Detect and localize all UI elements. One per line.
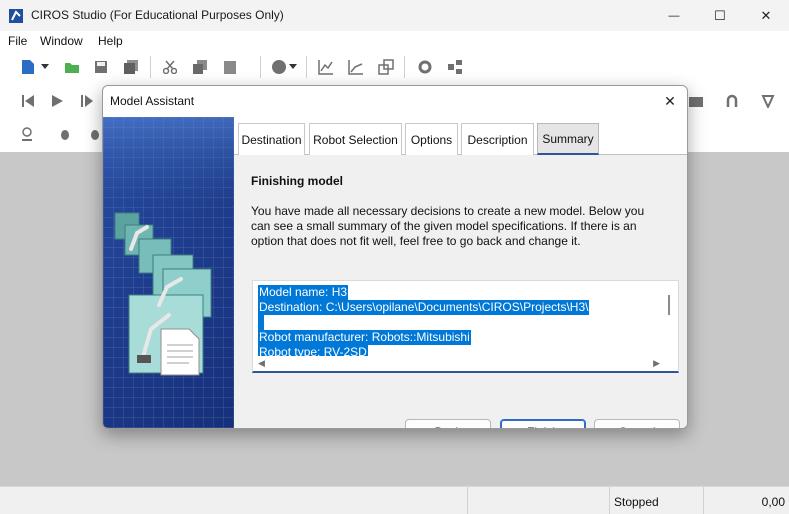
status-value: 0,00 xyxy=(761,495,785,509)
gear-icon[interactable] xyxy=(759,92,777,110)
menu-help[interactable]: Help xyxy=(98,34,123,48)
horizontal-scrollbar[interactable]: ◀ ▶ xyxy=(253,356,663,371)
skip-back-icon[interactable] xyxy=(19,92,37,110)
dialog-title: Model Assistant xyxy=(110,94,195,108)
camera-icon[interactable] xyxy=(687,92,705,110)
back-button[interactable]: Back xyxy=(405,419,491,428)
finish-button[interactable]: Finish xyxy=(500,419,586,428)
summary-description: You have made all necessary decisions to… xyxy=(251,204,645,248)
close-icon: ✕ xyxy=(664,92,676,109)
ciros-app-icon xyxy=(8,8,24,24)
cut-icon[interactable] xyxy=(161,58,179,76)
wizard-tab-bar: Destination Robot Selection Options Desc… xyxy=(234,117,687,155)
dialog-content: Destination Robot Selection Options Desc… xyxy=(234,117,687,428)
status-cell-state: Stopped xyxy=(609,487,703,514)
section-heading: Finishing model xyxy=(251,174,343,188)
open-folder-icon[interactable] xyxy=(63,58,81,76)
status-cell-value: 0,00 xyxy=(703,487,789,514)
summary-line-destination: Destination: C:\Users\opilane\Documents\… xyxy=(258,300,590,315)
tab-robot-selection[interactable]: Robot Selection xyxy=(309,123,402,155)
close-window-button[interactable]: ✕ xyxy=(743,0,789,31)
copy-icon[interactable] xyxy=(191,58,209,76)
wizard-banner-image xyxy=(103,117,234,428)
bug-icon[interactable] xyxy=(56,125,74,143)
network-icon[interactable] xyxy=(446,58,464,76)
record-icon[interactable] xyxy=(270,58,288,76)
close-icon: ✕ xyxy=(760,7,772,23)
toolbar-separator xyxy=(404,56,405,78)
windows-icon[interactable] xyxy=(377,58,395,76)
summary-line-manufacturer: Robot manufacturer: Robots::Mitsubishi xyxy=(258,330,471,345)
app-title: CIROS Studio (For Educational Purposes O… xyxy=(31,8,284,22)
status-cell-empty xyxy=(467,487,609,514)
toolbar-separator xyxy=(306,56,307,78)
save-icon[interactable] xyxy=(92,58,110,76)
graph2-icon[interactable] xyxy=(347,58,365,76)
scroll-left-icon[interactable]: ◀ xyxy=(258,358,265,369)
maximize-button[interactable]: ☐ xyxy=(697,0,743,31)
save-all-icon[interactable] xyxy=(122,58,140,76)
menu-bar: File Window Help xyxy=(0,31,789,51)
scroll-right-icon[interactable]: ▶ xyxy=(653,358,660,369)
model-assistant-dialog: Model Assistant ✕ Destination Robot Sele… xyxy=(102,85,688,429)
summary-line-blank xyxy=(258,315,264,330)
tab-description[interactable]: Description xyxy=(461,123,534,155)
app-title-bar: CIROS Studio (For Educational Purposes O… xyxy=(0,0,789,31)
inspect-icon[interactable] xyxy=(18,125,36,143)
paste-icon[interactable] xyxy=(221,58,239,76)
new-dropdown-arrow-icon[interactable] xyxy=(40,58,50,76)
toolbar-separator xyxy=(260,56,261,78)
tab-options[interactable]: Options xyxy=(405,123,458,155)
minimize-button[interactable]: — xyxy=(651,0,697,31)
summary-textbox[interactable]: Model name: H3 Destination: C:\Users\opi… xyxy=(252,280,679,373)
new-file-icon[interactable] xyxy=(19,58,37,76)
status-bar: Stopped 0,00 xyxy=(0,486,789,514)
tab-destination[interactable]: Destination xyxy=(238,123,305,155)
grip-icon[interactable] xyxy=(723,92,741,110)
vertical-scroll-thumb[interactable] xyxy=(668,295,670,315)
cancel-button[interactable]: Cancel xyxy=(594,419,680,428)
menu-file[interactable]: File xyxy=(8,34,27,48)
status-state: Stopped xyxy=(614,495,659,509)
tab-summary[interactable]: Summary xyxy=(537,123,599,155)
dialog-close-button[interactable]: ✕ xyxy=(659,90,681,112)
step-icon[interactable] xyxy=(78,92,96,110)
summary-line-model-name: Model name: H3 xyxy=(258,285,349,300)
record-dropdown-arrow-icon[interactable] xyxy=(288,58,298,76)
minimize-icon: — xyxy=(668,9,680,22)
menu-window[interactable]: Window xyxy=(40,34,83,48)
maximize-icon: ☐ xyxy=(714,7,726,23)
vertical-scrollbar[interactable] xyxy=(661,281,678,357)
play-icon[interactable] xyxy=(48,92,66,110)
graph-icon[interactable] xyxy=(317,58,335,76)
toolbar-separator xyxy=(150,56,151,78)
robot-settings-icon[interactable] xyxy=(416,58,434,76)
